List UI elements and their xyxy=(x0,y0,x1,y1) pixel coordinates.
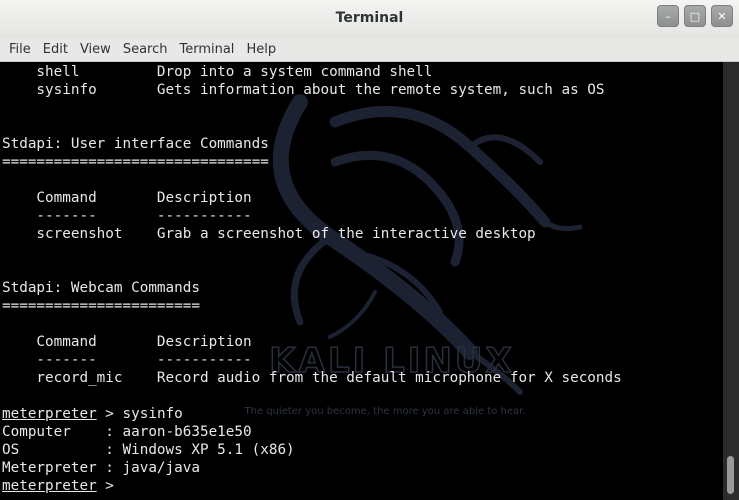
table-header: Command Description xyxy=(2,190,252,206)
terminal-lines: shell Drop into a system command shell s… xyxy=(2,63,622,495)
terminal-line: shell Drop into a system command shell xyxy=(2,64,433,80)
menu-search[interactable]: Search xyxy=(117,42,174,57)
prompt-word: meterpreter xyxy=(2,478,97,494)
maximize-icon[interactable]: □ xyxy=(684,5,706,27)
scrollbar-thumb[interactable] xyxy=(727,456,734,494)
prompt-word: meterpreter xyxy=(2,406,97,422)
sysinfo-row: Meterpreter : java/java xyxy=(2,460,200,476)
window-title: Terminal xyxy=(335,10,404,26)
sysinfo-row: Computer : aaron-b635e1e50 xyxy=(2,424,252,440)
menu-view[interactable]: View xyxy=(74,42,117,57)
menu-bar: File Edit View Search Terminal Help xyxy=(0,38,739,62)
table-header-rule: ------- ----------- xyxy=(2,352,252,368)
window-controls: – □ ✕ xyxy=(657,5,733,27)
vertical-scrollbar[interactable] xyxy=(723,62,739,500)
minimize-icon[interactable]: – xyxy=(657,5,679,27)
prompt-line: meterpreter > sysinfo xyxy=(2,406,183,422)
menu-help[interactable]: Help xyxy=(240,42,282,57)
terminal-output[interactable]: KALI LINUX The quieter you become, the m… xyxy=(0,62,723,500)
section-underline: ======================= xyxy=(2,298,200,314)
command-row: record_mic Record audio from the default… xyxy=(2,370,622,386)
section-heading: Stdapi: User interface Commands xyxy=(2,136,269,152)
sysinfo-row: OS : Windows XP 5.1 (x86) xyxy=(2,442,295,458)
section-underline: =============================== xyxy=(2,154,269,170)
title-bar[interactable]: Terminal – □ ✕ xyxy=(0,0,739,39)
command-row: screenshot Grab a screenshot of the inte… xyxy=(2,226,536,242)
menu-file[interactable]: File xyxy=(3,42,37,57)
table-header: Command Description xyxy=(2,334,252,350)
terminal-window: Terminal – □ ✕ File Edit View Search Ter… xyxy=(0,0,739,500)
section-heading: Stdapi: Webcam Commands xyxy=(2,280,200,296)
menu-edit[interactable]: Edit xyxy=(37,42,74,57)
terminal-line: sysinfo Gets information about the remot… xyxy=(2,82,605,98)
table-header-rule: ------- ----------- xyxy=(2,208,252,224)
menu-terminal[interactable]: Terminal xyxy=(173,42,240,57)
active-prompt[interactable]: meterpreter > xyxy=(2,477,622,495)
close-icon[interactable]: ✕ xyxy=(711,5,733,27)
